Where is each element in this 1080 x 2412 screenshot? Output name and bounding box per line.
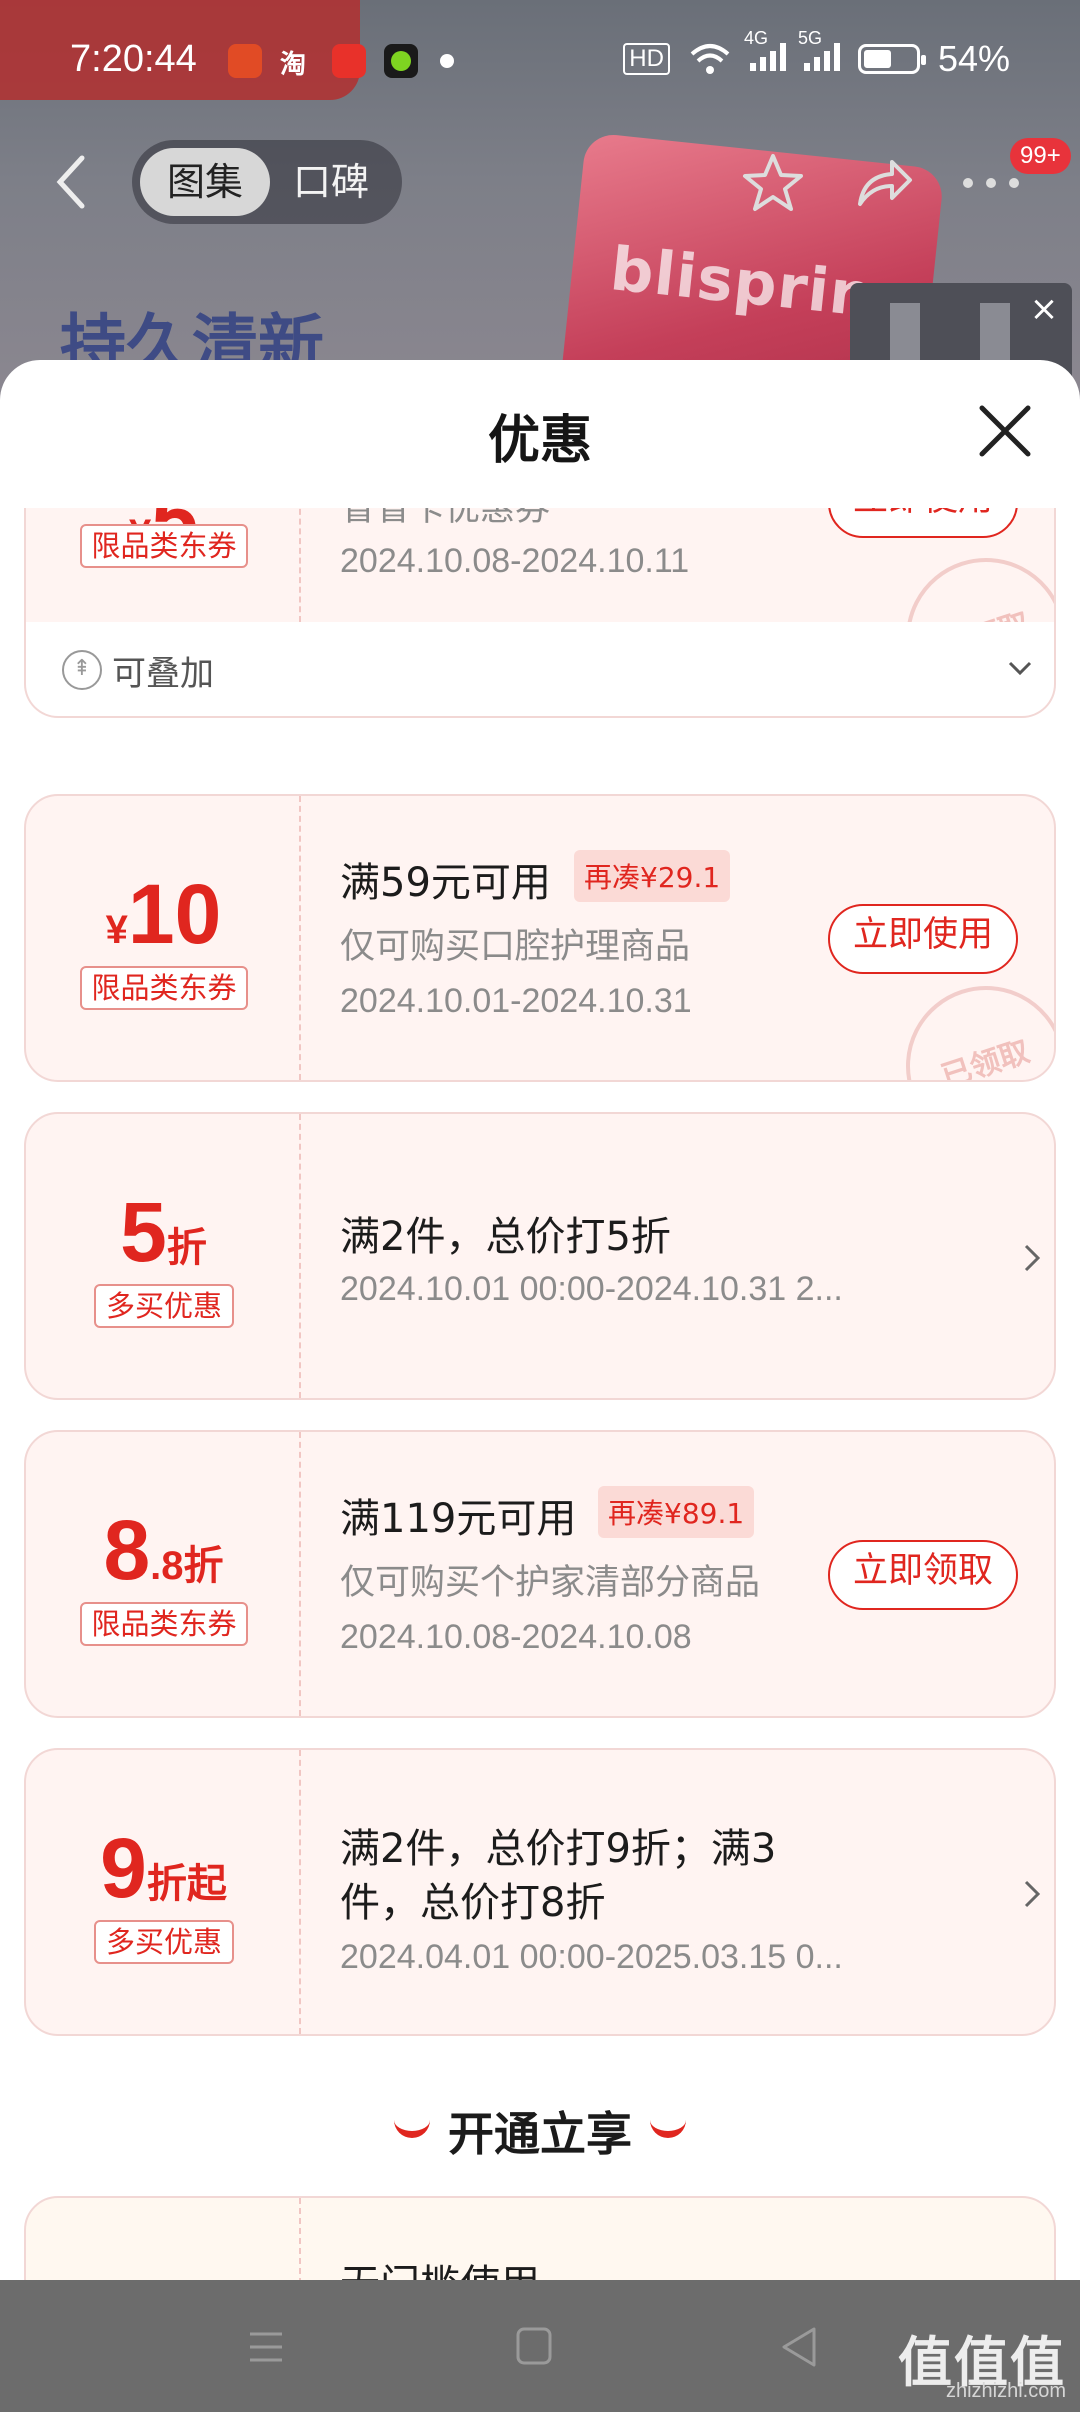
coupon-card: 无门槛使用 [24, 2196, 1056, 2280]
battery-percent: 54% [937, 38, 1010, 79]
wifi-icon [690, 44, 730, 74]
close-video-icon[interactable]: × [1024, 289, 1064, 329]
coupon-amount: 8.8折 [26, 1502, 301, 1599]
status-bar: 7:20:44 淘 HD 4G 5G 54% [0, 0, 1080, 125]
add-more-chip: 再凑¥29.1 [574, 850, 731, 902]
coupon-list[interactable]: ¥5 限品类东券 省省卡优惠券 2024.10.08-2024.10.11 立即… [0, 508, 1080, 2280]
taobao-app-icon: 淘 [280, 50, 307, 80]
home-icon[interactable] [504, 2320, 564, 2374]
amount-suffix: 折 [166, 1226, 207, 1270]
section-title: 开通立享 [448, 2107, 632, 2161]
smile-decoration-icon [394, 2118, 430, 2138]
amount-suffix: 折起 [146, 1862, 227, 1906]
tab-reviews[interactable]: 口碑 [266, 148, 396, 216]
amount-value: 9 [100, 1821, 147, 1915]
stackable-row[interactable]: ⇞ 可叠加 [24, 622, 1056, 718]
coupon-title: 满2件，总价打5折 [340, 1214, 671, 1260]
meituan-app-icon [332, 44, 366, 78]
coupon-card: 8.8折 限品类东券 满119元可用 再凑¥89.1 仅可购买个护家清部分商品 … [24, 1430, 1056, 1718]
close-icon[interactable] [978, 404, 1032, 458]
bank-app-icon [228, 44, 262, 78]
status-indicators: HD 4G 5G 54% [623, 28, 1010, 80]
back-icon[interactable] [770, 2320, 830, 2374]
signal-5g-icon: 5G [798, 28, 840, 80]
chevron-right-icon[interactable] [1020, 1874, 1044, 1914]
amount-currency: ¥ [105, 908, 128, 952]
product-page-background: blispring 持久清新 7:20:44 淘 HD 4G 5G 54% 图集… [0, 0, 1080, 400]
amount-value: 10 [127, 867, 222, 961]
coupon-title: 无门槛使用 [340, 2252, 540, 2280]
coupon-title: 满59元可用 [340, 860, 551, 906]
coupon-title-line2: 件，总价打8折 [340, 1880, 606, 1926]
signal-5g-label: 5G [797, 28, 822, 48]
tab-gallery[interactable]: 图集 [140, 148, 270, 216]
more-badge: 99+ [1010, 138, 1071, 174]
chevron-down-icon[interactable] [1006, 654, 1034, 682]
add-more-chip: 再凑¥89.1 [598, 1486, 755, 1538]
coupon-desc: 仅可购买口腔护理商品 [340, 927, 691, 967]
coupon-card[interactable]: 9折起 多买优惠 满2件，总价打9折；满3 件，总价打8折 2024.04.01… [24, 1748, 1056, 2036]
coupon-tag: 限品类东券 [80, 524, 248, 568]
coupon-date: 2024.10.08-2024.10.08 [340, 1618, 692, 1656]
stack-label: 可叠加 [112, 654, 214, 694]
battery-icon [857, 44, 926, 74]
chevron-right-icon[interactable] [1020, 1238, 1044, 1278]
stack-icon: ⇞ [62, 650, 102, 690]
coupon-left-panel [26, 2198, 301, 2280]
coupon-date: 2024.10.01-2024.10.31 [340, 982, 692, 1020]
gallery-review-switch: 图集 口碑 [132, 140, 402, 224]
coupon-tag: 多买优惠 [94, 1284, 234, 1328]
coupon-desc: 省省卡优惠券 [340, 508, 551, 529]
back-chevron-icon[interactable] [52, 152, 92, 212]
share-icon[interactable] [848, 148, 918, 218]
sheet-title: 优惠 [487, 411, 592, 471]
coupon-amount: 9折起 [26, 1820, 301, 1917]
watermark-url: zhizhizhi.com [945, 2380, 1066, 2402]
coupon-amount: ¥10 [26, 866, 301, 963]
signal-4g-label: 4G [743, 28, 768, 48]
signal-4g-icon: 4G [744, 28, 786, 80]
section-heading: 开通立享 [0, 2098, 1080, 2164]
status-time: 7:20:44 [70, 38, 197, 80]
green-dot-app-icon [384, 44, 418, 78]
claimed-stamp: 已领取 [885, 965, 1054, 1080]
star-favorite-icon[interactable] [738, 148, 808, 218]
coupon-title: 满119元可用 [340, 1496, 577, 1542]
coupon-card: ¥5 限品类东券 省省卡优惠券 2024.10.08-2024.10.11 立即… [24, 508, 1056, 624]
claimed-stamp: 已领取 [885, 537, 1054, 622]
smile-decoration-icon [650, 2118, 686, 2138]
coupon-tag: 限品类东券 [80, 1602, 248, 1646]
menu-icon[interactable] [236, 2320, 296, 2374]
hd-icon: HD [623, 43, 670, 75]
coupon-date: 2024.04.01 00:00-2025.03.15 0... [340, 1938, 843, 1976]
use-now-button[interactable]: 立即使用 [828, 508, 1018, 538]
coupon-tag: 限品类东券 [80, 966, 248, 1010]
coupon-amount: 5折 [26, 1184, 301, 1281]
use-now-button[interactable]: 立即使用 [828, 904, 1018, 974]
claim-now-button[interactable]: 立即领取 [828, 1540, 1018, 1610]
coupon-date: 2024.10.01 00:00-2024.10.31 2... [340, 1270, 843, 1308]
coupon-date: 2024.10.08-2024.10.11 [340, 542, 690, 580]
amount-suffix: .8折 [150, 1544, 224, 1588]
notification-dot-icon [440, 54, 454, 68]
coupon-desc: 仅可购买个护家清部分商品 [340, 1563, 761, 1603]
coupon-card: ¥10 限品类东券 满59元可用 再凑¥29.1 仅可购买口腔护理商品 2024… [24, 794, 1056, 1082]
amount-value: 5 [120, 1185, 167, 1279]
coupon-card[interactable]: 5折 多买优惠 满2件，总价打5折 2024.10.01 00:00-2024.… [24, 1112, 1056, 1400]
coupon-title-line1: 满2件，总价打9折；满3 [340, 1826, 777, 1872]
amount-value: 8 [103, 1503, 151, 1597]
coupon-sheet: 优惠 ¥5 限品类东券 省省卡优惠券 2024.10.08-2024.10.11… [0, 360, 1080, 2280]
coupon-tag: 多买优惠 [94, 1920, 234, 1964]
